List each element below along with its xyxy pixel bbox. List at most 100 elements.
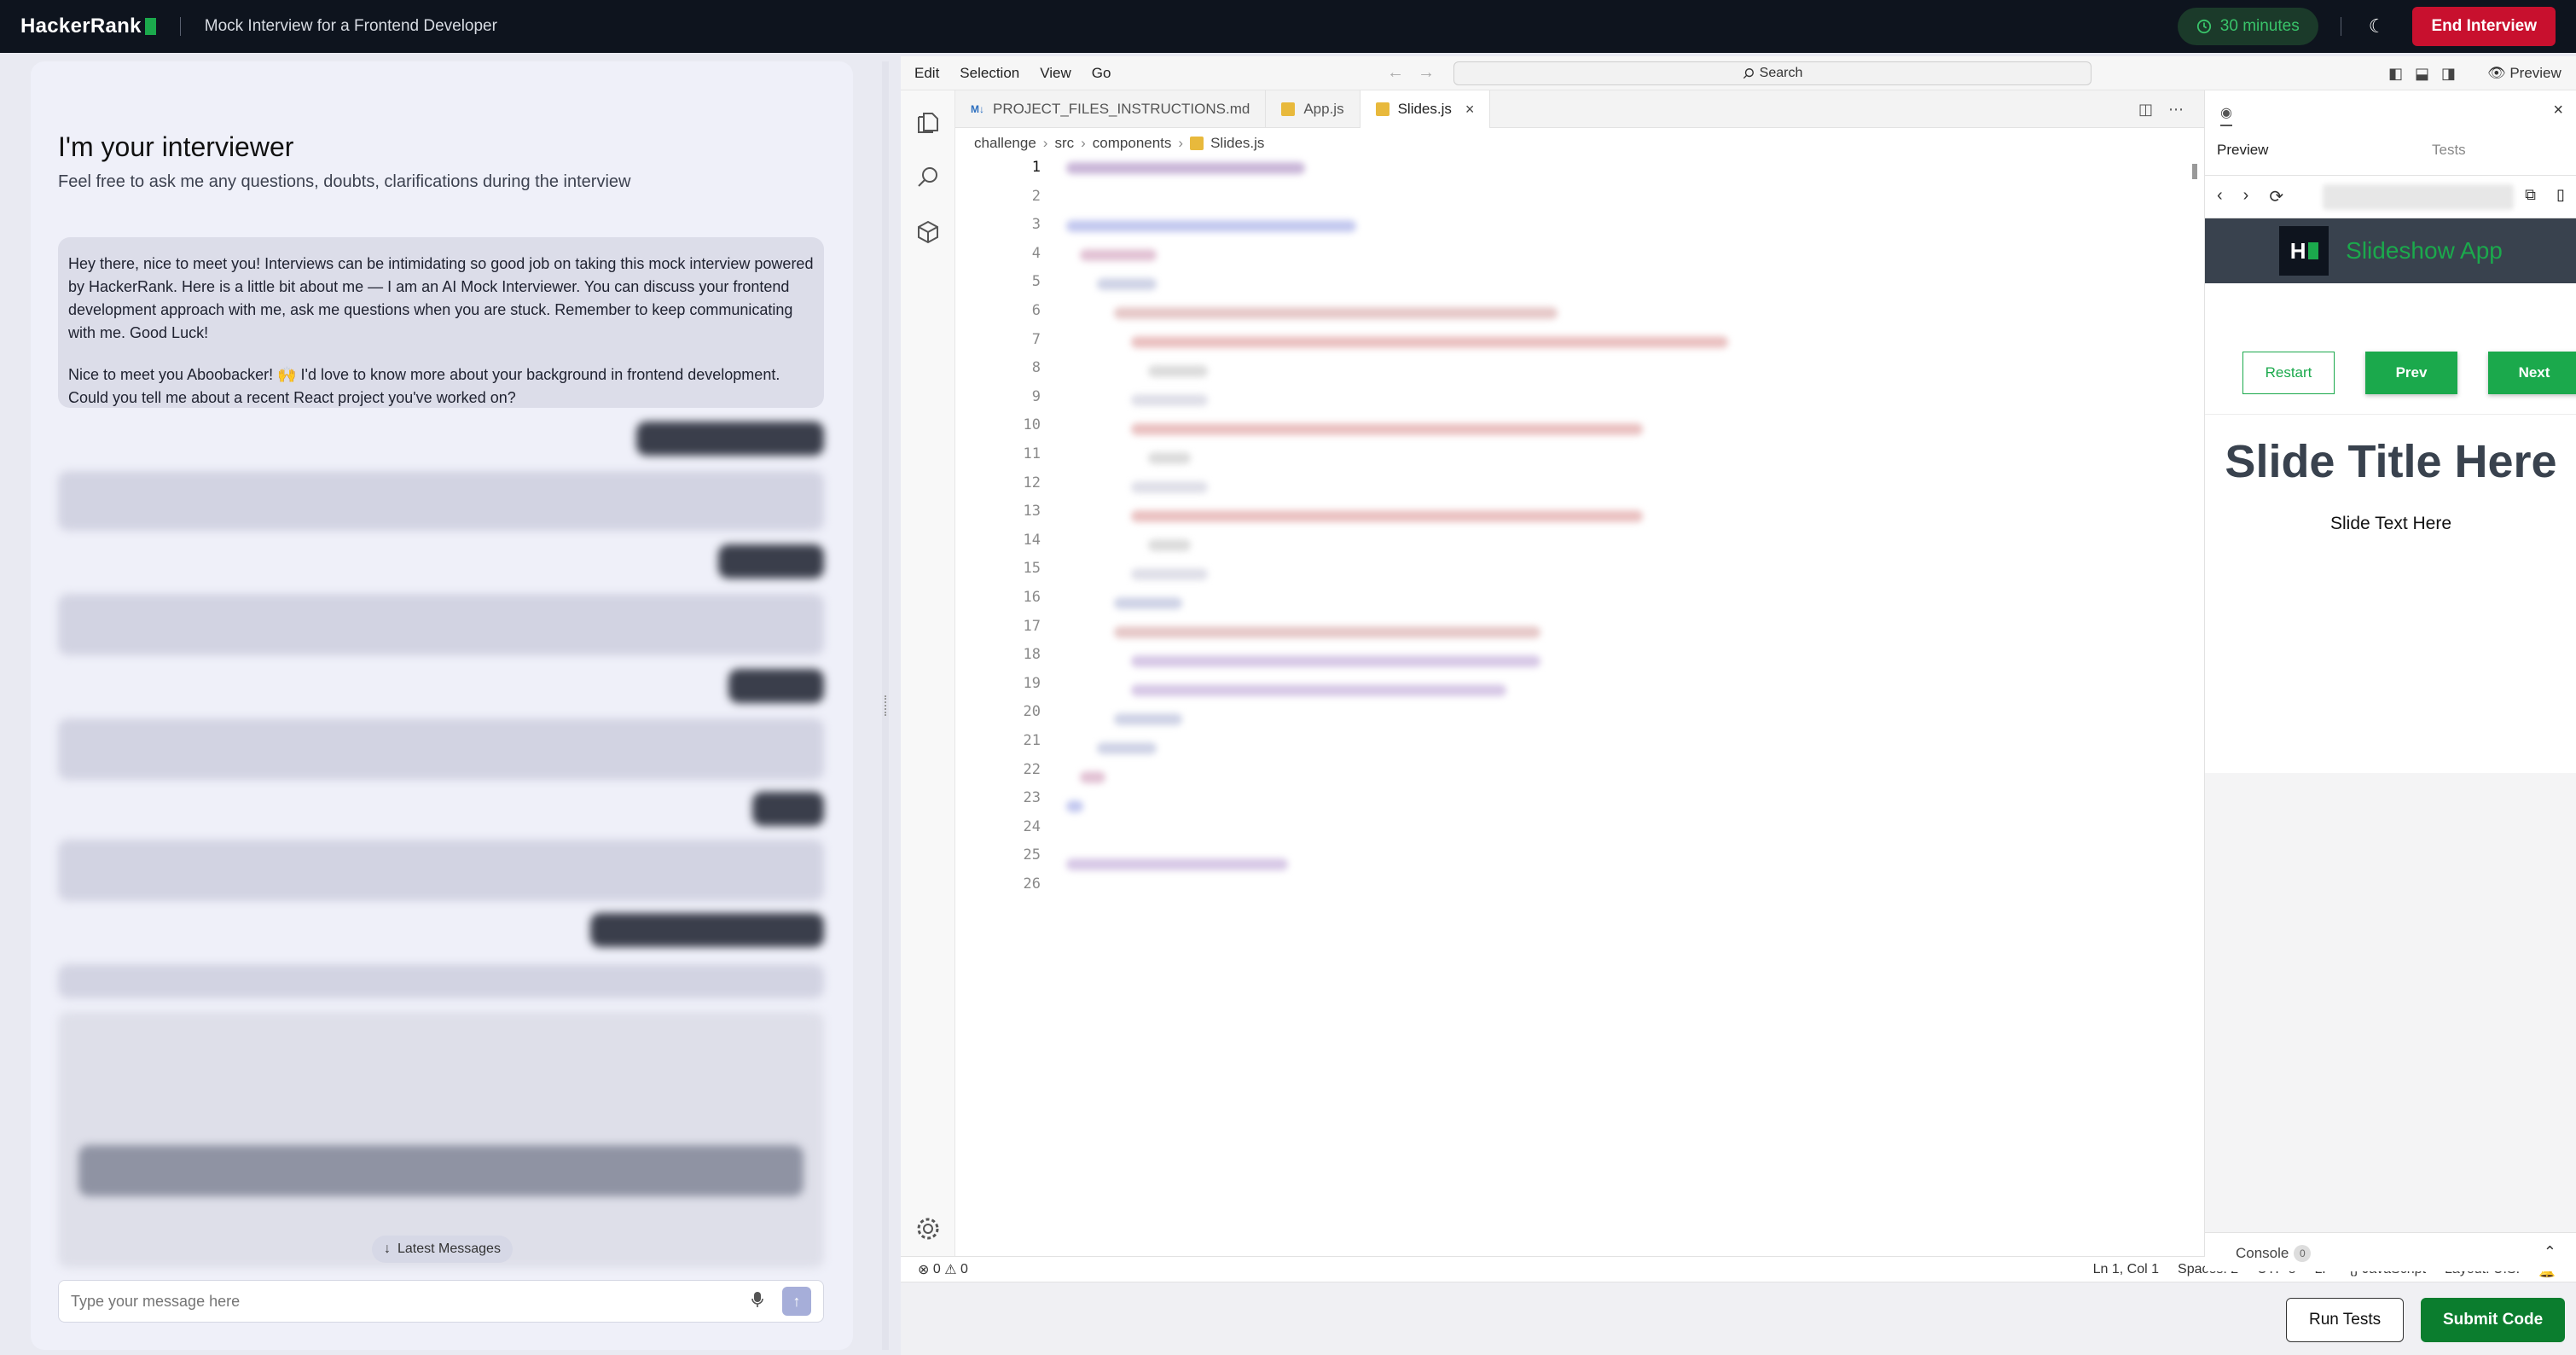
tab-app-js[interactable]: App.js	[1266, 90, 1361, 128]
command-search[interactable]: Search	[1453, 61, 2092, 85]
breadcrumb-item[interactable]: src	[1054, 135, 1074, 152]
app-title: Slideshow App	[2346, 237, 2503, 264]
forward-icon[interactable]: ›	[2243, 186, 2249, 207]
tab-preview[interactable]: Preview	[2217, 142, 2268, 159]
interviewer-message	[58, 718, 824, 780]
latest-messages-button[interactable]: ↓ Latest Messages	[372, 1236, 513, 1263]
slide-text: Slide Text Here	[2329, 514, 2452, 533]
eye-icon[interactable]: ◉	[2220, 104, 2232, 126]
restart-button[interactable]: Restart	[2242, 352, 2335, 394]
toggle-panel-icon[interactable]: ⬓	[2415, 65, 2429, 83]
tab-project-instructions[interactable]: M↓ PROJECT_FILES_INSTRUCTIONS.md	[955, 90, 1267, 128]
send-button[interactable]: ↑	[782, 1287, 811, 1316]
line-number: 24	[1023, 817, 1041, 835]
chat-input-box: ↑	[58, 1280, 824, 1323]
tab-label: PROJECT_FILES_INSTRUCTIONS.md	[993, 101, 1250, 117]
menu-view[interactable]: View	[1040, 65, 1071, 82]
chevron-right-icon: ›	[1081, 135, 1086, 151]
back-arrow-icon[interactable]: ←	[1387, 63, 1418, 82]
menu-go[interactable]: Go	[1092, 65, 1111, 82]
toggle-sidebar-icon[interactable]: ◧	[2388, 65, 2403, 83]
back-icon[interactable]: ‹	[2217, 186, 2223, 207]
run-tests-button[interactable]: Run Tests	[2286, 1298, 2405, 1342]
preview-toggle-label: Preview	[2509, 65, 2561, 81]
preview-toggle[interactable]: 👁 Preview	[2487, 65, 2561, 82]
toggle-secondary-sidebar-icon[interactable]: ◨	[2441, 65, 2456, 83]
next-button[interactable]: Next	[2488, 352, 2576, 394]
js-file-icon	[1190, 137, 1204, 150]
open-external-icon[interactable]: ⧉	[2525, 186, 2536, 204]
breadcrumb-item[interactable]: challenge	[974, 135, 1036, 152]
line-number: 26	[1023, 875, 1041, 893]
line-number: 11	[1023, 445, 1041, 462]
drag-handle-icon[interactable]	[885, 695, 886, 716]
user-message	[590, 913, 824, 947]
breadcrumb-item[interactable]: Slides.js	[1210, 135, 1264, 152]
console-panel[interactable]: Console 0 ⌃	[2205, 1232, 2576, 1271]
eye-icon: 👁	[2487, 65, 2506, 81]
tab-label: App.js	[1303, 101, 1344, 117]
chevron-up-icon[interactable]: ⌃	[2544, 1243, 2556, 1261]
logo-letter: H	[2289, 237, 2306, 264]
line-number: 22	[1023, 760, 1041, 778]
error-icon[interactable]: ⊗	[918, 1261, 929, 1278]
browser-toolbar: ‹ › ⟳ ⧉ ▯	[2205, 176, 2576, 218]
tab-label: Slides.js	[1397, 101, 1452, 117]
code-line	[1148, 452, 1191, 464]
menu-edit[interactable]: Edit	[914, 65, 939, 82]
dark-mode-icon[interactable]: ☾	[2364, 15, 2391, 38]
device-toggle-icon[interactable]: ▯	[2556, 186, 2565, 204]
message-input[interactable]	[71, 1292, 751, 1311]
markdown-file-icon: M↓	[971, 103, 984, 115]
files-icon[interactable]	[914, 109, 942, 137]
split-editor-icon[interactable]: ◫	[2138, 101, 2153, 119]
cursor-position[interactable]: Ln 1, Col 1	[2093, 1262, 2159, 1279]
line-number: 3	[1031, 216, 1041, 234]
line-number: 18	[1023, 646, 1041, 664]
end-interview-button[interactable]: End Interview	[2412, 7, 2556, 46]
search-icon	[1743, 68, 1754, 79]
code-line	[1066, 220, 1356, 232]
refresh-icon[interactable]: ⟳	[2269, 186, 2283, 207]
scrollbar[interactable]	[2192, 164, 2197, 179]
code-line	[1131, 655, 1540, 667]
tab-slides-js[interactable]: Slides.js ×	[1360, 90, 1491, 128]
prev-button[interactable]: Prev	[2365, 352, 2457, 394]
tab-tests[interactable]: Tests	[2432, 142, 2466, 159]
search-icon[interactable]	[914, 164, 942, 191]
interview-title: Mock Interview for a Frontend Developer	[204, 17, 497, 35]
line-number: 23	[1023, 789, 1041, 807]
hackerrank-logo[interactable]: HackerRank	[20, 15, 156, 38]
arrow-up-icon: ↑	[792, 1292, 801, 1310]
latest-label: Latest Messages	[397, 1242, 501, 1256]
interviewer-message: Hey there, nice to meet you! Interviews …	[58, 237, 824, 408]
forward-arrow-icon[interactable]: →	[1418, 63, 1448, 82]
js-file-icon	[1281, 102, 1296, 116]
interviewer-message	[58, 964, 824, 998]
code-editor: Edit Selection View Go ←→ Search ◧ ⬓ ◨ 👁…	[901, 56, 2576, 1355]
close-icon[interactable]: ×	[1465, 101, 1475, 119]
code-line	[1066, 162, 1305, 174]
console-count-badge: 0	[2294, 1245, 2312, 1262]
arrow-down-icon: ↓	[384, 1242, 391, 1256]
brand-name: HackerRank	[20, 15, 142, 38]
code-line	[1131, 568, 1208, 580]
logo-square-icon	[144, 18, 156, 35]
code-area[interactable]: 1 2 3 4 5 6 7 8 9 10 11 12 13 14 15 16 17 18 19 20 21 22 23 24 2…	[955, 159, 2204, 1312]
submit-code-button[interactable]: Submit Code	[2421, 1298, 2566, 1342]
breadcrumb-item[interactable]: components	[1093, 135, 1172, 152]
close-icon[interactable]: ×	[2553, 101, 2563, 120]
extensions-box-icon[interactable]	[914, 218, 942, 246]
settings-gear-icon[interactable]	[914, 1215, 942, 1242]
warning-icon[interactable]: ⚠	[944, 1261, 956, 1278]
start-button	[78, 1145, 804, 1196]
menu-selection[interactable]: Selection	[960, 65, 1019, 82]
code-line	[1066, 858, 1288, 870]
problem-card	[58, 1012, 824, 1268]
logo-square-icon	[2307, 242, 2318, 259]
url-bar[interactable]	[2323, 184, 2514, 210]
line-number: 12	[1023, 474, 1041, 491]
microphone-icon[interactable]	[751, 1291, 770, 1312]
more-actions-icon[interactable]: ⋯	[2168, 101, 2184, 119]
line-number: 5	[1031, 273, 1041, 291]
